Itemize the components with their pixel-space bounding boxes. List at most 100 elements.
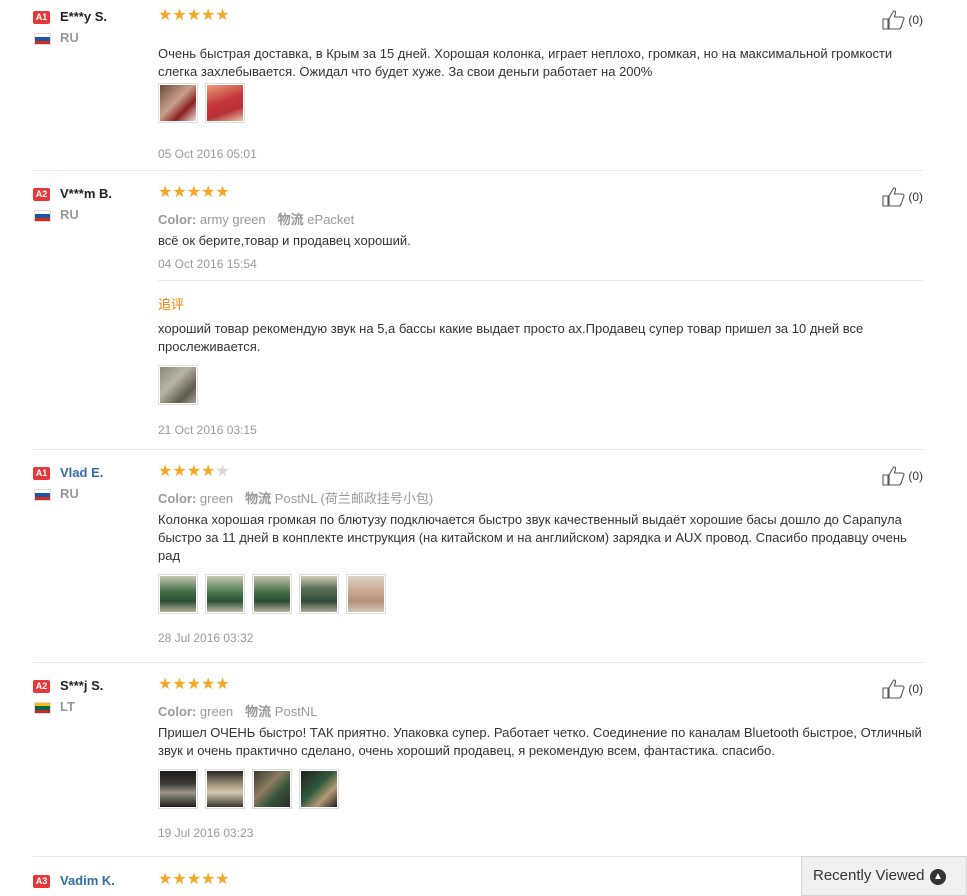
followup-label: 追评 [158, 297, 185, 312]
star-rating: ★★★★★ [158, 7, 230, 25]
star-icon: ★ [172, 676, 187, 693]
color-label: Color: [158, 212, 197, 227]
star-icon: ★ [186, 676, 202, 693]
thumbs-up-icon[interactable] [882, 679, 906, 699]
helpful-button[interactable]: (0) [882, 679, 923, 699]
star-icon: ★ [215, 463, 230, 480]
review-photo-thumbnail[interactable] [252, 769, 292, 809]
review-photos [158, 769, 346, 811]
country-flag-icon [34, 33, 51, 45]
star-icon: ★ [172, 184, 187, 201]
review-feed: A1 E***y S. RU ★★★★★ (0) Очень быстрая достав… [0, 0, 967, 896]
star-icon: ★ [186, 7, 202, 24]
logistics-value: PostNL (荷兰邮政挂号小包) [274, 491, 434, 506]
review-photo-thumbnail[interactable] [205, 574, 245, 614]
star-rating: ★★★★★ [158, 184, 230, 202]
star-icon: ★ [158, 871, 173, 888]
review-photo-thumbnail[interactable] [158, 769, 198, 809]
review-divider [33, 856, 923, 857]
review-date: 05 Oct 2016 05:01 [158, 147, 257, 161]
star-icon: ★ [215, 871, 230, 888]
logistics-label: 物流 [245, 491, 272, 506]
review-photo-thumbnail[interactable] [158, 83, 198, 123]
star-icon: ★ [201, 7, 216, 24]
followup-text: хороший товар рекомендую звук на 5,а бас… [158, 321, 864, 354]
author-name[interactable]: Vlad E. [60, 465, 103, 480]
star-icon: ★ [215, 676, 230, 693]
helpful-button[interactable]: (0) [882, 10, 923, 30]
thumbs-up-icon[interactable] [882, 466, 906, 486]
star-icon: ★ [158, 184, 173, 201]
star-rating: ★★★★★ [158, 463, 230, 481]
logistics-value: PostNL [274, 704, 318, 719]
star-icon: ★ [158, 7, 173, 24]
order-info: Color: green 物流 PostNL [158, 701, 317, 720]
star-icon: ★ [201, 184, 216, 201]
color-label: Color: [158, 704, 197, 719]
review-photo-thumbnail[interactable] [205, 83, 245, 123]
review-photo-thumbnail[interactable] [346, 574, 386, 614]
buyer-level-badge: A1 [33, 467, 50, 480]
country-code: RU [60, 207, 79, 222]
review-date: 04 Oct 2016 15:54 [158, 257, 257, 271]
author-name: V***m B. [60, 186, 113, 201]
star-icon: ★ [186, 463, 202, 480]
star-icon: ★ [201, 463, 216, 480]
star-icon: ★ [201, 871, 216, 888]
review-photo-thumbnail[interactable] [299, 769, 339, 809]
review-divider [33, 449, 923, 450]
buyer-level-badge: A1 [33, 11, 50, 24]
country-flag-icon [34, 210, 51, 222]
review-photos [158, 574, 393, 616]
review-text: Очень быстрая доставка, в Крым за 15 дне… [158, 46, 893, 79]
helpful-count: (0) [908, 190, 923, 204]
buyer-level-badge: A2 [33, 680, 50, 693]
followup-photos [158, 365, 205, 407]
order-info: Color: green 物流 PostNL (荷兰邮政挂号小包) [158, 488, 433, 507]
review-photos [158, 83, 252, 125]
country-code: LT [60, 699, 75, 714]
star-icon: ★ [172, 463, 187, 480]
helpful-count: (0) [908, 13, 923, 27]
followup-date: 21 Oct 2016 03:15 [158, 423, 257, 437]
thumbs-up-icon[interactable] [882, 187, 906, 207]
review-photo-thumbnail[interactable] [252, 574, 292, 614]
star-icon: ★ [158, 676, 173, 693]
recently-viewed-bar[interactable]: Recently Viewed ▲ [801, 856, 967, 896]
review-text: всё ок берите,товар и продавец хороший. [158, 233, 411, 248]
star-rating: ★★★★★ [158, 871, 230, 889]
star-icon: ★ [186, 871, 202, 888]
color-label: Color: [158, 491, 197, 506]
country-flag-icon [34, 702, 51, 714]
star-icon: ★ [158, 463, 173, 480]
helpful-count: (0) [908, 682, 923, 696]
star-icon: ★ [201, 676, 216, 693]
helpful-button[interactable]: (0) [882, 466, 923, 486]
review-photo-thumbnail[interactable] [299, 574, 339, 614]
review-divider [33, 170, 923, 171]
author-name[interactable]: Vadim K. [60, 873, 115, 888]
buyer-level-badge: A3 [33, 875, 50, 888]
logistics-value: ePacket [307, 212, 355, 227]
review-photo-thumbnail[interactable] [205, 769, 245, 809]
review-text: Пришел ОЧЕНЬ быстро! ТАК приятно. Упаков… [158, 725, 922, 758]
color-value: green [199, 491, 234, 506]
thumbs-up-icon[interactable] [882, 10, 906, 30]
chevron-up-icon[interactable]: ▲ [930, 869, 946, 885]
author-name: S***j S. [60, 678, 104, 693]
followup-divider [158, 280, 923, 281]
review-photo-thumbnail[interactable] [158, 365, 198, 405]
star-icon: ★ [172, 7, 187, 24]
review-date: 19 Jul 2016 03:23 [158, 826, 254, 840]
color-value: army green [199, 212, 266, 227]
author-name: E***y S. [60, 9, 107, 24]
review-photo-thumbnail[interactable] [158, 574, 198, 614]
helpful-count: (0) [908, 469, 923, 483]
review-divider [33, 662, 923, 663]
helpful-button[interactable]: (0) [882, 187, 923, 207]
star-icon: ★ [215, 184, 230, 201]
country-flag-icon [34, 489, 51, 501]
star-rating: ★★★★★ [158, 676, 230, 694]
order-info: Color: army green 物流 ePacket [158, 209, 354, 228]
buyer-level-badge: A2 [33, 188, 50, 201]
